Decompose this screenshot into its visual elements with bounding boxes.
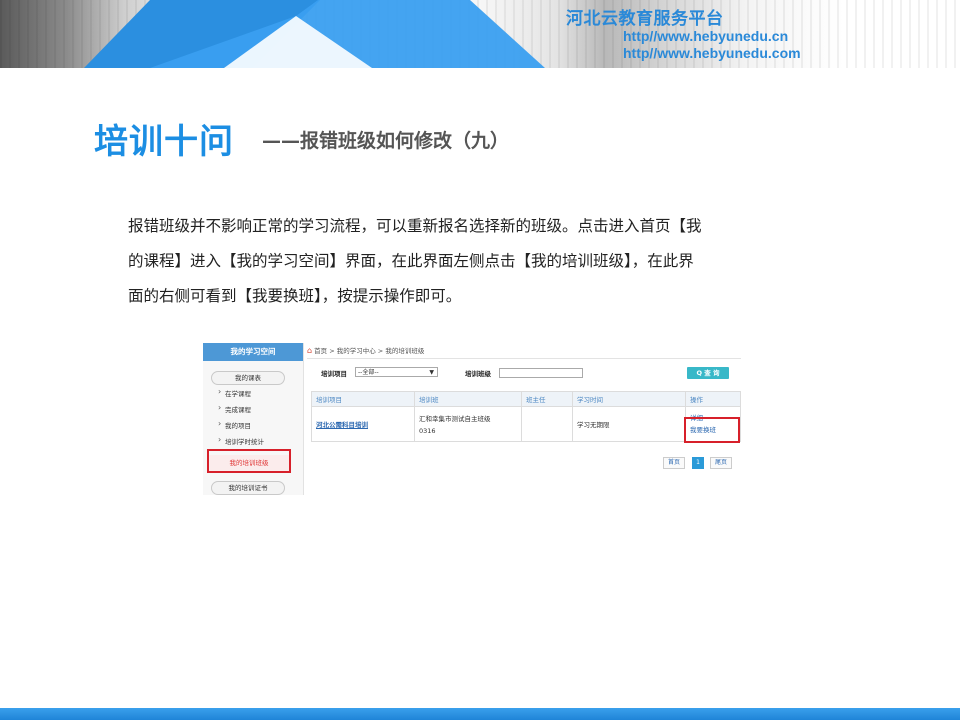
pager-last[interactable]: 尾页: [710, 457, 732, 469]
platform-url-cn[interactable]: http//www.hebyunedu.cn: [623, 28, 788, 44]
highlight-box-my-classes: [207, 449, 291, 473]
breadcrumb-text: 首页 > 我的学习中心 > 我的培训班级: [314, 347, 425, 355]
banner-blue-shapes: [84, 0, 545, 68]
platform-url-com[interactable]: http//www.hebyunedu.com: [623, 45, 801, 61]
sidebar-item-hour-stats[interactable]: 培训学时统计: [218, 435, 264, 446]
slide-subtitle: ——报错班级如何修改（九）: [262, 130, 510, 152]
cell-class: 汇和幸集市测试自主班级 0316: [414, 406, 522, 442]
platform-name: 河北云教育服务平台: [566, 9, 724, 29]
project-select[interactable]: --全部-- ▼: [355, 367, 438, 377]
footer-bar: [0, 708, 960, 720]
table-header-row: 培训项目 培训班 班主任 学习时间 操作: [311, 391, 741, 407]
class-name-line2: 0316: [419, 427, 436, 435]
breadcrumb: ⌂ 首页 > 我的学习中心 > 我的培训班级: [307, 345, 424, 355]
instruction-paragraph: 报错班级并不影响正常的学习流程，可以重新报名选择新的班级。点击进入首页【我 的课…: [128, 209, 828, 314]
col-header-project: 培训项目: [311, 391, 415, 407]
chevron-down-icon: ▼: [429, 369, 434, 376]
class-panel: ⌂ 首页 > 我的学习中心 > 我的培训班级 培训项目 --全部-- ▼ 培训班…: [307, 341, 743, 497]
sidebar-item-in-progress[interactable]: 在学课程: [218, 387, 251, 398]
class-input[interactable]: [499, 368, 583, 378]
search-button[interactable]: Q 查 询: [687, 367, 729, 379]
cell-time: 学习无期限: [572, 406, 686, 442]
col-header-time: 学习时间: [572, 391, 686, 407]
sidebar-item-completed[interactable]: 完成课程: [218, 403, 251, 414]
project-select-value: --全部--: [358, 369, 379, 376]
embedded-screenshot: 我的学习空间 我的课表 在学课程 完成课程 我的项目 培训学时统计 我的培训班级…: [203, 341, 743, 497]
filter-bar: 培训项目 --全部-- ▼ 培训班级 Q 查 询: [307, 361, 741, 383]
col-header-teacher: 班主任: [521, 391, 573, 407]
slide-title: 培训十问: [94, 122, 234, 162]
home-icon[interactable]: ⌂: [307, 346, 312, 355]
class-filter-label: 培训班级: [465, 370, 491, 378]
paragraph-line-2: 的课程】进入【我的学习空间】界面，在此界面左侧点击【我的培训班级】，在此界: [128, 252, 694, 270]
header-banner: 河北云教育服务平台 http//www.hebyunedu.cn http//w…: [0, 0, 960, 68]
project-filter-label: 培训项目: [321, 370, 347, 378]
sidebar-item-my-projects[interactable]: 我的项目: [218, 419, 251, 430]
class-table: 培训项目 培训班 班主任 学习时间 操作 河北公需科目培训 汇和幸集市测试自主班…: [311, 391, 741, 442]
pager-current[interactable]: 1: [692, 457, 704, 469]
paragraph-line-1: 报错班级并不影响正常的学习流程，可以重新报名选择新的班级。点击进入首页【我: [128, 217, 702, 235]
col-header-class: 培训班: [414, 391, 522, 407]
class-name-line1: 汇和幸集市测试自主班级: [419, 415, 491, 423]
breadcrumb-divider: [307, 358, 741, 359]
highlight-box-change-class: [684, 417, 740, 443]
cell-teacher: [521, 406, 573, 442]
table-row: 河北公需科目培训 汇和幸集市测试自主班级 0316 学习无期限 详细 我要换班: [311, 406, 741, 442]
col-header-ops: 操作: [685, 391, 741, 407]
sidebar-item-certificate[interactable]: 我的培训证书: [211, 481, 285, 495]
pager-first[interactable]: 首页: [663, 457, 685, 469]
project-link[interactable]: 河北公需科目培训: [316, 421, 368, 429]
paragraph-line-3: 面的右侧可看到【我要换班】，按提示操作即可。: [128, 287, 462, 305]
cell-project: 河北公需科目培训: [311, 406, 415, 442]
sidebar-header: 我的学习空间: [203, 343, 303, 361]
sidebar-item-my-courses[interactable]: 我的课表: [211, 371, 285, 385]
